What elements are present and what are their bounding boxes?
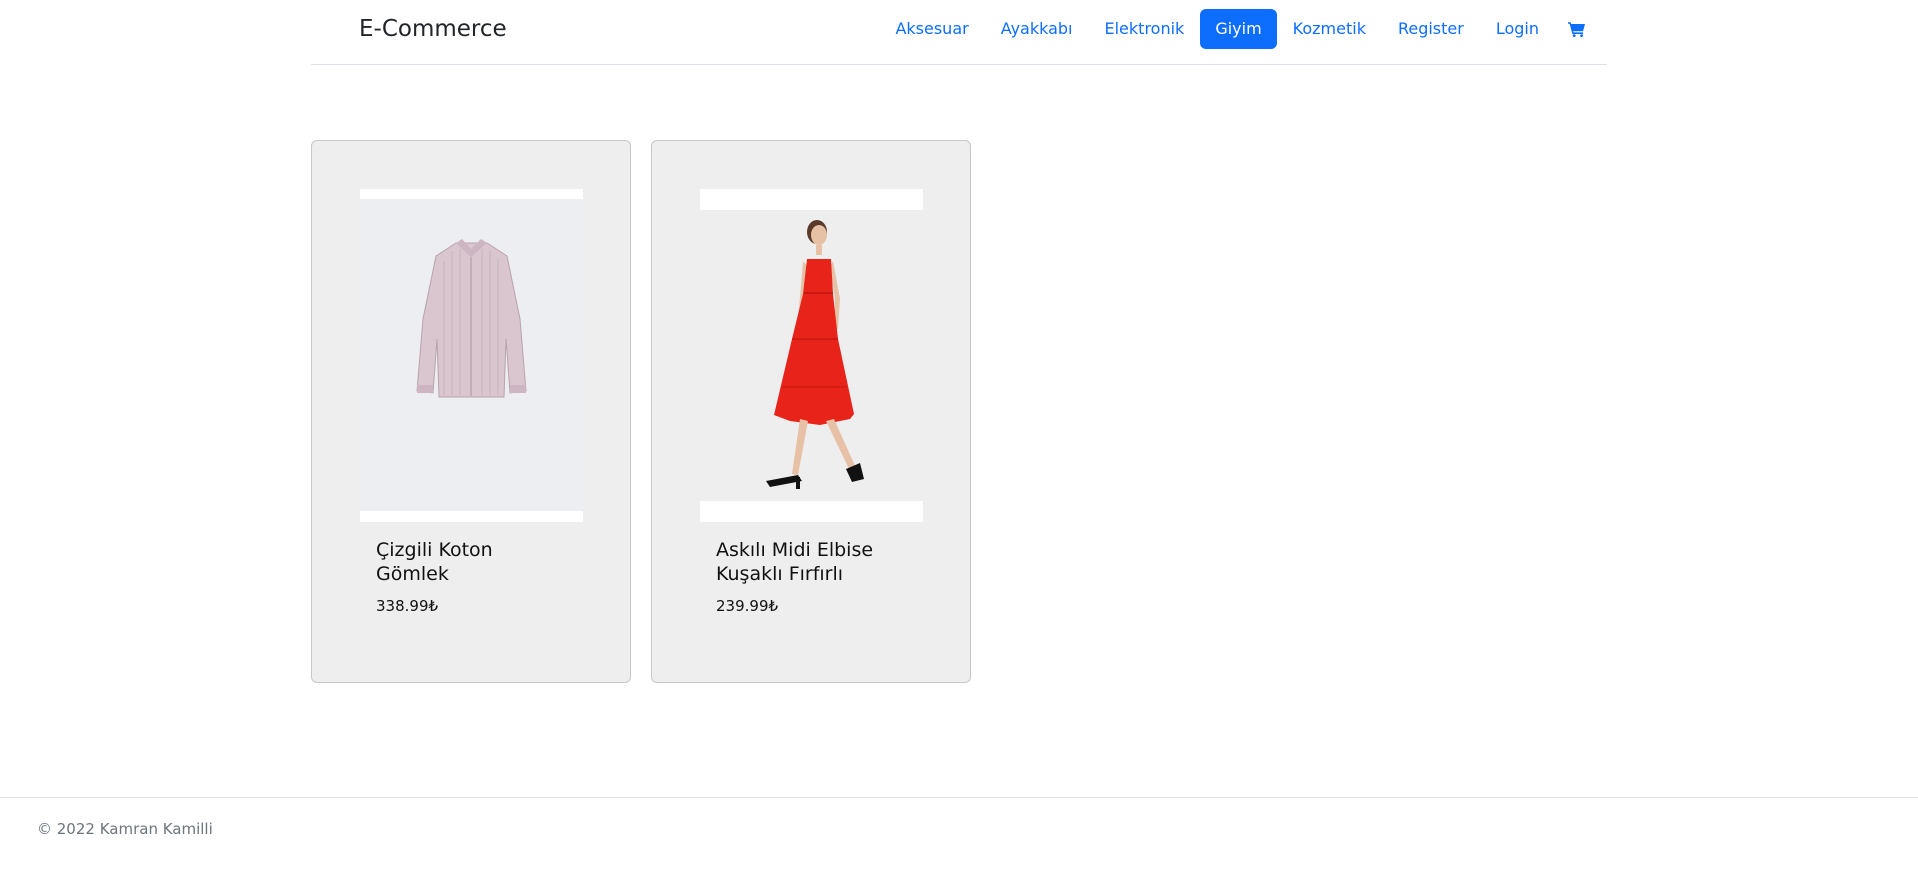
red-midi-dress-image bbox=[700, 189, 923, 522]
nav-item-ayakkabi[interactable]: Ayakkabı bbox=[985, 9, 1089, 49]
copyright-text: © 2022 Kamran Kamilli bbox=[37, 820, 213, 838]
product-card[interactable]: Çizgili Koton Gömlek 338.99₺ bbox=[311, 140, 631, 683]
product-card[interactable]: Askılı Midi Elbise Kuşaklı Fırfırlı 239.… bbox=[651, 140, 971, 683]
cart-button[interactable] bbox=[1555, 9, 1599, 49]
main-nav: Aksesuar Ayakkabı Elektronik Giyim Kozme… bbox=[879, 9, 1599, 49]
product-image[interactable] bbox=[700, 189, 923, 522]
login-link[interactable]: Login bbox=[1480, 9, 1555, 49]
nav-item-giyim[interactable]: Giyim bbox=[1200, 9, 1277, 49]
navbar: E-Commerce Aksesuar Ayakkabı Elektronik … bbox=[311, 0, 1607, 65]
product-grid: Çizgili Koton Gömlek 338.99₺ Askılı Midi… bbox=[311, 140, 971, 683]
nav-item-kozmetik[interactable]: Kozmetik bbox=[1277, 9, 1382, 49]
striped-shirt-image bbox=[360, 189, 583, 522]
product-title[interactable]: Çizgili Koton Gömlek bbox=[376, 538, 566, 586]
nav-item-elektronik[interactable]: Elektronik bbox=[1089, 9, 1201, 49]
register-link[interactable]: Register bbox=[1382, 9, 1480, 49]
footer: © 2022 Kamran Kamilli bbox=[0, 797, 1918, 877]
nav-item-aksesuar[interactable]: Aksesuar bbox=[879, 9, 984, 49]
product-price: 338.99₺ bbox=[376, 597, 439, 615]
brand-link[interactable]: E-Commerce bbox=[359, 13, 507, 45]
product-title[interactable]: Askılı Midi Elbise Kuşaklı Fırfırlı bbox=[716, 538, 906, 586]
product-price: 239.99₺ bbox=[716, 597, 779, 615]
product-image[interactable] bbox=[360, 189, 583, 522]
cart-icon bbox=[1568, 22, 1585, 37]
page: E-Commerce Aksesuar Ayakkabı Elektronik … bbox=[0, 0, 1918, 877]
